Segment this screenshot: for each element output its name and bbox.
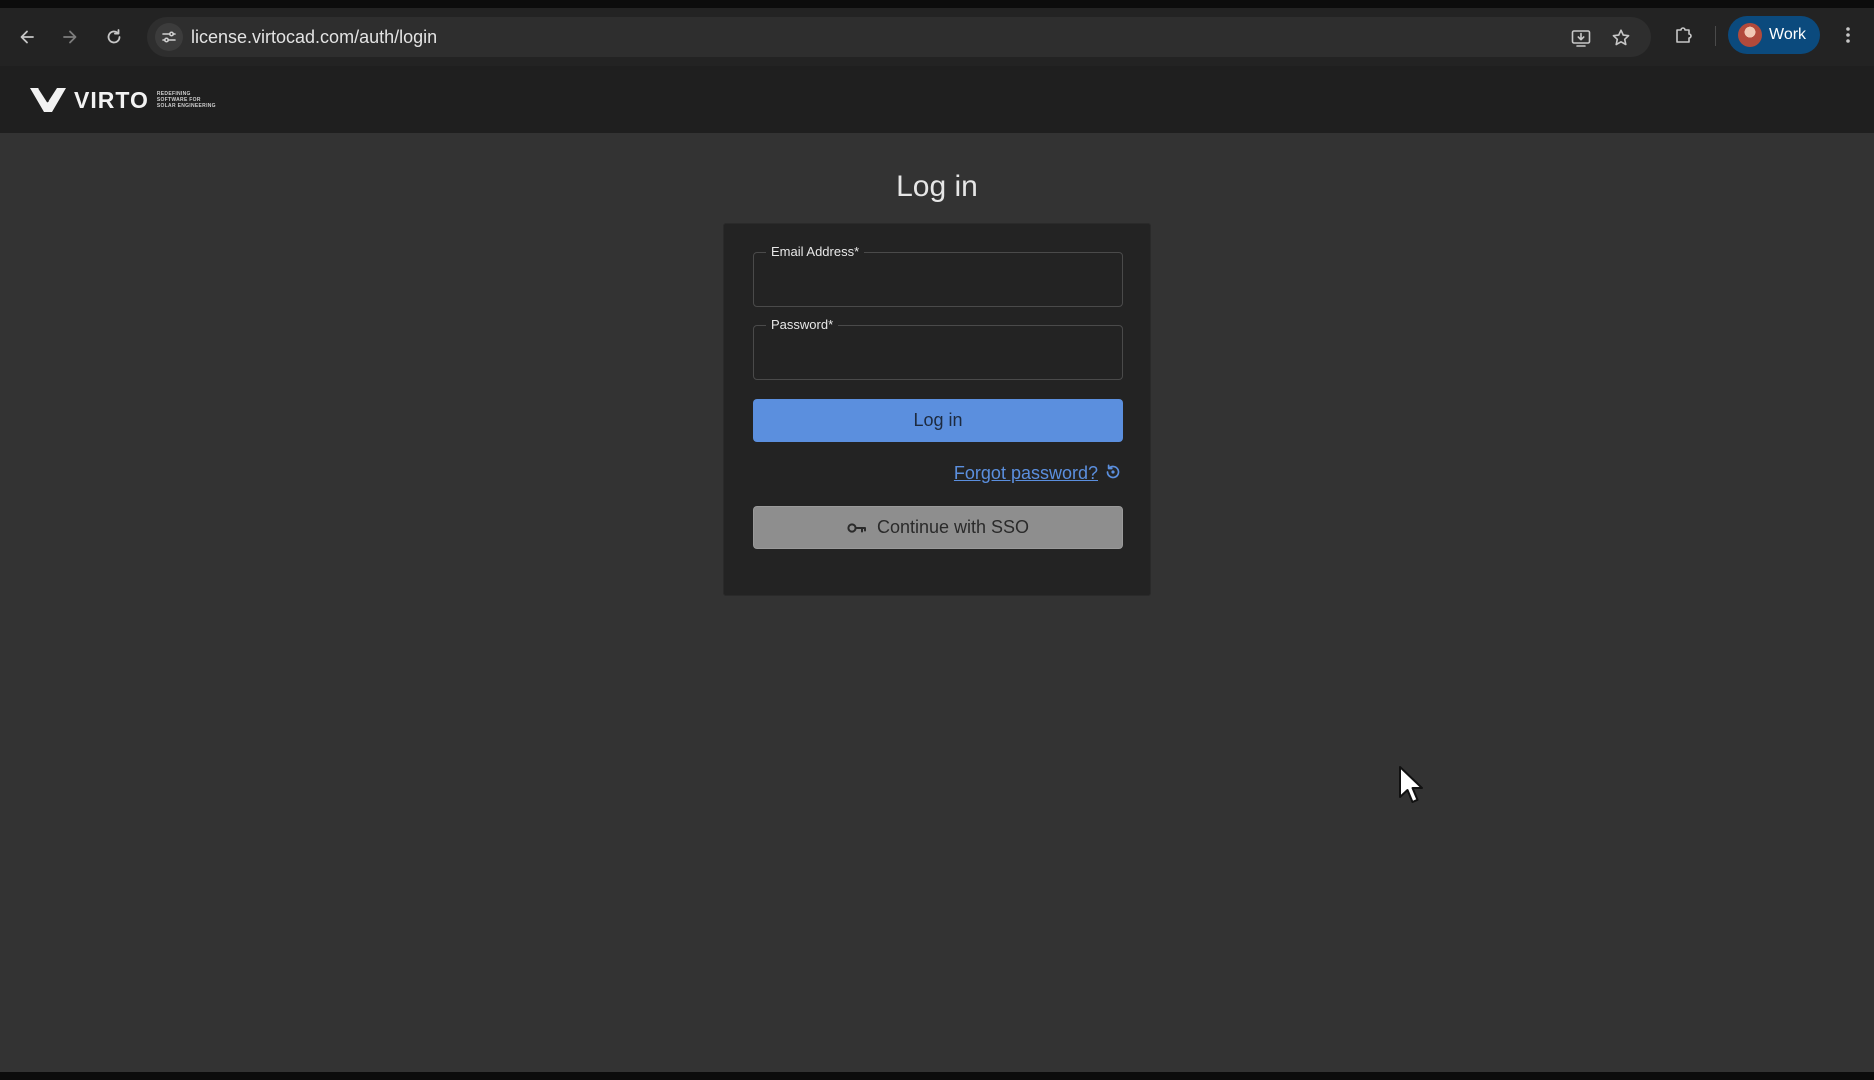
virto-logo-icon xyxy=(30,87,66,112)
install-app-button[interactable] xyxy=(1569,26,1593,50)
sso-label: Continue with SSO xyxy=(876,517,1030,537)
top-bezel xyxy=(0,0,1874,8)
profile-label: Work xyxy=(1769,26,1807,43)
arrow-right-icon xyxy=(63,30,77,44)
avatar xyxy=(1738,23,1762,47)
kebab-menu-icon xyxy=(1846,27,1850,43)
url-text[interactable]: license.virtocad.com/auth/login xyxy=(191,27,437,48)
install-app-icon xyxy=(1571,30,1591,47)
star-icon xyxy=(1612,29,1630,46)
reload-button[interactable] xyxy=(100,23,128,51)
extensions-button[interactable] xyxy=(1670,21,1698,49)
forward-button[interactable] xyxy=(56,23,84,51)
login-card: Email Address* Password* Log in Forgot p… xyxy=(723,223,1151,596)
page-title: Log in xyxy=(896,170,978,203)
email-field[interactable]: Email Address* xyxy=(753,244,1123,307)
forgot-password-link[interactable]: Forgot password? xyxy=(954,463,1098,484)
browser-menu-button[interactable] xyxy=(1834,21,1862,49)
sso-button[interactable]: Continue with SSO xyxy=(753,506,1123,549)
screen: license.virtocad.com/auth/login Work VIR… xyxy=(0,0,1874,1080)
password-field[interactable]: Password* xyxy=(753,317,1123,380)
brand-logo[interactable]: VIRTO REDEFINING SOFTWARE FOR SOLAR ENGI… xyxy=(30,84,217,116)
browser-toolbar: license.virtocad.com/auth/login Work xyxy=(0,8,1874,66)
tune-icon xyxy=(162,31,176,43)
address-bar[interactable]: license.virtocad.com/auth/login xyxy=(147,17,1651,57)
reload-icon xyxy=(107,29,121,44)
bottom-bezel xyxy=(0,1072,1874,1080)
arrow-left-icon xyxy=(20,30,34,44)
site-header: VIRTO REDEFINING SOFTWARE FOR SOLAR ENGI… xyxy=(0,66,1874,133)
login-button[interactable]: Log in xyxy=(753,399,1123,442)
bookmark-button[interactable] xyxy=(1609,26,1633,50)
profile-button[interactable]: Work xyxy=(1728,16,1820,54)
brand-name: VIRTO xyxy=(74,86,149,113)
reset-icon xyxy=(1106,463,1120,478)
brand-tagline: REDEFINING SOFTWARE FOR SOLAR ENGINEERIN… xyxy=(156,91,216,109)
password-input[interactable] xyxy=(754,326,1122,379)
key-icon xyxy=(847,522,867,534)
back-button[interactable] xyxy=(13,23,41,51)
mouse-cursor-icon xyxy=(1399,766,1423,803)
site-info-button[interactable] xyxy=(155,23,183,51)
email-input[interactable] xyxy=(754,253,1122,306)
forgot-password-row: Forgot password? xyxy=(954,463,1122,484)
puzzle-icon xyxy=(1676,27,1692,43)
toolbar-separator xyxy=(1715,26,1716,46)
